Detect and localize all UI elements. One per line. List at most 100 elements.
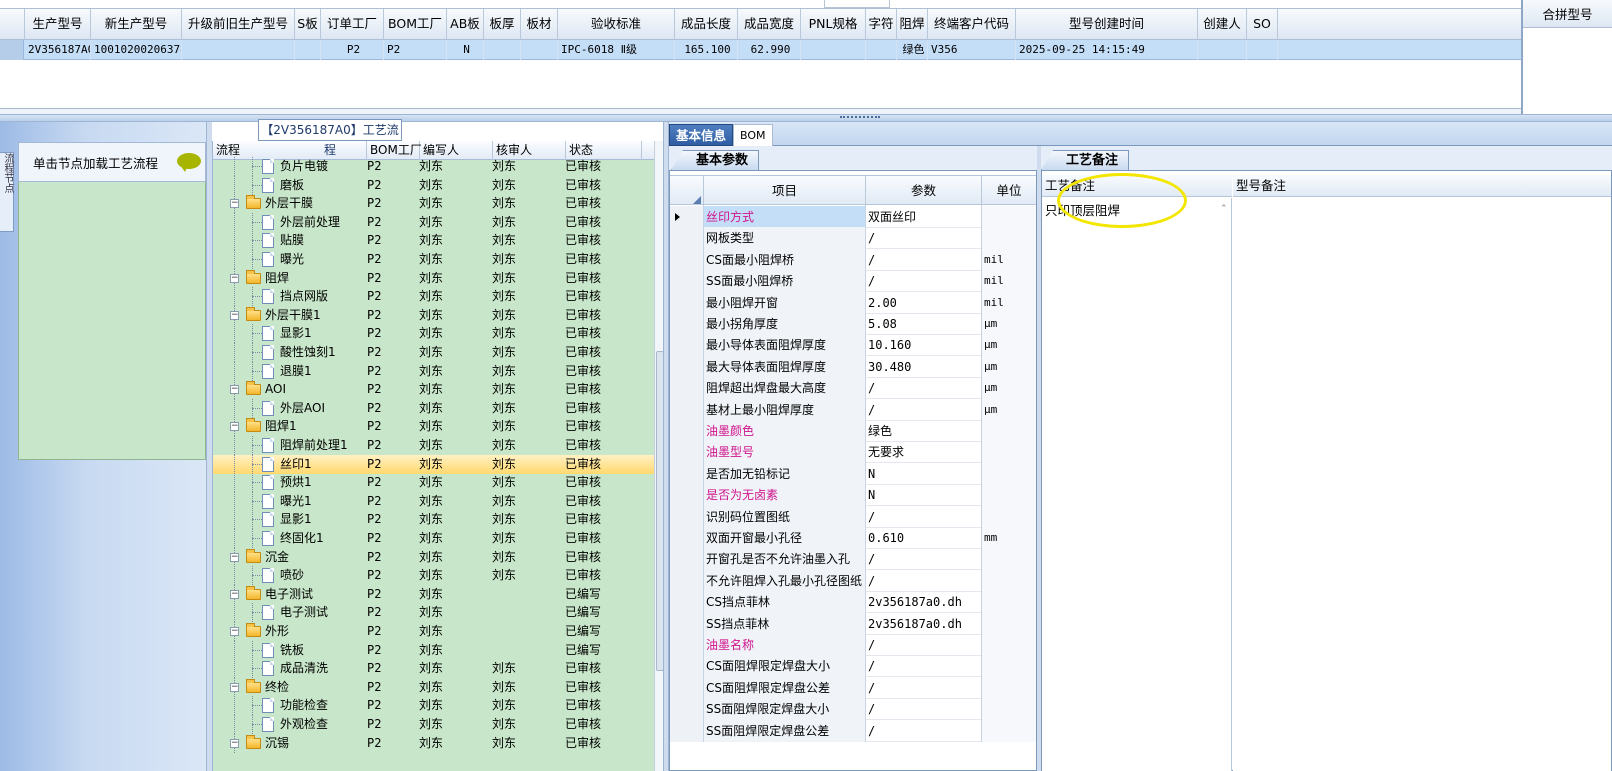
- row-indicator[interactable]: [670, 291, 704, 314]
- row-indicator[interactable]: [670, 377, 704, 400]
- param-row[interactable]: 丝印方式 双面丝印: [670, 206, 1036, 228]
- tree-folder-row[interactable]: − 终检 P2 刘东 刘东 已审核: [213, 677, 654, 697]
- param-row[interactable]: 油墨名称 /: [670, 634, 1036, 656]
- row-indicator[interactable]: [670, 591, 704, 614]
- param-row[interactable]: 油墨颜色 绿色: [670, 420, 1036, 442]
- tree-folder-row[interactable]: − 电子测试 P2 刘东 已编写: [213, 584, 654, 604]
- tree-step-row[interactable]: 终固化1 P2 刘东 刘东 已审核: [213, 529, 654, 548]
- param-value[interactable]: 5.08: [866, 313, 982, 335]
- param-value[interactable]: 2.00: [866, 291, 982, 314]
- param-row[interactable]: 最小阻焊开窗 2.00 mil: [670, 291, 1036, 314]
- tree-step-row[interactable]: 贴膜 P2 刘东 刘东 已审核: [213, 231, 654, 251]
- grid-cell[interactable]: V356: [928, 40, 1016, 60]
- param-value[interactable]: /: [866, 676, 982, 699]
- param-value[interactable]: /: [866, 655, 982, 678]
- grid-cell[interactable]: 2025-09-25 14:15:49: [1016, 40, 1198, 60]
- row-indicator[interactable]: [670, 484, 704, 507]
- tab-bom[interactable]: BOM: [733, 124, 773, 146]
- param-value[interactable]: /: [866, 719, 982, 742]
- param-value[interactable]: 绿色: [866, 420, 982, 442]
- horizontal-splitter[interactable]: [0, 114, 1612, 122]
- row-indicator[interactable]: [670, 548, 704, 571]
- collapsed-tab[interactable]: [824, 0, 890, 8]
- row-indicator[interactable]: [670, 698, 704, 721]
- col-unit[interactable]: 单位: [982, 176, 1036, 206]
- param-value[interactable]: 0.610: [866, 527, 982, 549]
- param-row[interactable]: 基材上最小阻焊厚度 / μm: [670, 398, 1036, 421]
- row-indicator[interactable]: [670, 505, 704, 528]
- model-grid-row[interactable]: 2V356187A0 10010200206378 P2 P2 N IPC-6018 Ⅱ级…: [0, 40, 1521, 60]
- tree-folder-row[interactable]: − 阻焊1 P2 刘东 刘东 已审核: [213, 417, 654, 437]
- col-header[interactable]: SO: [1247, 9, 1278, 39]
- row-indicator[interactable]: [670, 313, 704, 335]
- tab-basic-info[interactable]: 基本信息: [669, 124, 734, 146]
- param-row[interactable]: 双面开窗最小孔径 0.610 mm: [670, 527, 1036, 549]
- col-header[interactable]: 升级前旧生产型号: [182, 9, 295, 39]
- row-indicator[interactable]: [670, 719, 704, 742]
- param-value[interactable]: N: [866, 462, 982, 485]
- col-header[interactable]: 验收标准: [558, 9, 675, 39]
- col-header[interactable]: 订单工厂: [321, 9, 384, 39]
- param-value[interactable]: 2v356187a0.dh: [866, 612, 982, 635]
- row-indicator[interactable]: [670, 462, 704, 485]
- row-indicator[interactable]: [670, 355, 704, 378]
- param-row[interactable]: SS面阻焊限定焊盘大小 /: [670, 698, 1036, 721]
- col-header[interactable]: 成品宽度: [738, 9, 801, 39]
- tree-step-row[interactable]: 外观检查 P2 刘东 刘东 已审核: [213, 715, 654, 734]
- param-row[interactable]: 开窗孔是否不允许油墨入孔 /: [670, 548, 1036, 571]
- param-row[interactable]: 阻焊超出焊盘最大高度 / μm: [670, 377, 1036, 400]
- col-header[interactable]: AB板: [447, 9, 484, 39]
- row-selector[interactable]: [0, 40, 24, 60]
- param-value[interactable]: N: [866, 484, 982, 507]
- current-row-icon[interactable]: [670, 206, 704, 228]
- collapse-icon[interactable]: −: [230, 682, 239, 692]
- param-value[interactable]: /: [866, 270, 982, 293]
- grid-cell[interactable]: 62.990: [738, 40, 801, 60]
- col-header[interactable]: 生产型号: [25, 9, 91, 39]
- col-header[interactable]: 终端客户代码: [928, 9, 1016, 39]
- collapse-icon[interactable]: −: [230, 199, 239, 209]
- tree-step-row[interactable]: 预烘1 P2 刘东 刘东 已审核: [213, 473, 654, 493]
- row-indicator[interactable]: [670, 655, 704, 678]
- grid-cell[interactable]: IPC-6018 Ⅱ级: [558, 40, 675, 60]
- grid-cell[interactable]: [295, 40, 321, 60]
- param-row[interactable]: 油墨型号 无要求: [670, 441, 1036, 464]
- param-value[interactable]: 30.480: [866, 355, 982, 378]
- param-value[interactable]: /: [866, 548, 982, 571]
- grid-cell[interactable]: [1198, 40, 1247, 60]
- param-value[interactable]: /: [866, 698, 982, 721]
- grid-cell[interactable]: N: [447, 40, 484, 60]
- tree-folder-row[interactable]: − 外层干膜 P2 刘东 刘东 已审核: [213, 194, 654, 214]
- col-header[interactable]: 板厚: [484, 9, 521, 39]
- tree-scrollbar[interactable]: [654, 141, 663, 771]
- tree-step-row[interactable]: 铣板 P2 刘东 已编写: [213, 640, 654, 660]
- grid-cell[interactable]: P2: [384, 40, 447, 60]
- col-header[interactable]: 板材: [521, 9, 558, 39]
- grid-cell[interactable]: [182, 40, 295, 60]
- param-value[interactable]: 无要求: [866, 441, 982, 464]
- col-header[interactable]: 字符: [866, 9, 897, 39]
- collapse-icon[interactable]: −: [230, 310, 239, 320]
- row-indicator[interactable]: [670, 441, 704, 464]
- grid-cell[interactable]: [801, 40, 866, 60]
- row-indicator[interactable]: [670, 227, 704, 250]
- param-value[interactable]: /: [866, 505, 982, 528]
- type-note-field[interactable]: [1233, 198, 1611, 771]
- col-header[interactable]: 成品长度: [675, 9, 738, 39]
- param-row[interactable]: 是否加无铅标记 N: [670, 462, 1036, 485]
- row-indicator[interactable]: [670, 527, 704, 549]
- tree-step-row[interactable]: 曝光 P2 刘东 刘东 已审核: [213, 250, 654, 269]
- node-hint-bar[interactable]: 单击节点加载工艺流程: [18, 142, 206, 182]
- param-row[interactable]: 识别码位置图纸 /: [670, 505, 1036, 528]
- param-row[interactable]: 网板类型 /: [670, 227, 1036, 250]
- row-indicator[interactable]: [670, 634, 704, 656]
- tree-step-row[interactable]: 成品清洗 P2 刘东 刘东 已审核: [213, 659, 654, 679]
- param-row[interactable]: 是否为无卤素 N: [670, 484, 1036, 507]
- collapse-icon[interactable]: −: [230, 385, 239, 395]
- tree-step-row[interactable]: 电子测试 P2 刘东 已编写: [213, 603, 654, 623]
- row-indicator[interactable]: [670, 248, 704, 271]
- tree-step-row[interactable]: 外层AOI P2 刘东 刘东 已审核: [213, 398, 654, 418]
- row-indicator[interactable]: [670, 612, 704, 635]
- tree-folder-row[interactable]: − AOI P2 刘东 刘东 已审核: [213, 380, 654, 400]
- col-item[interactable]: 项目: [704, 176, 866, 206]
